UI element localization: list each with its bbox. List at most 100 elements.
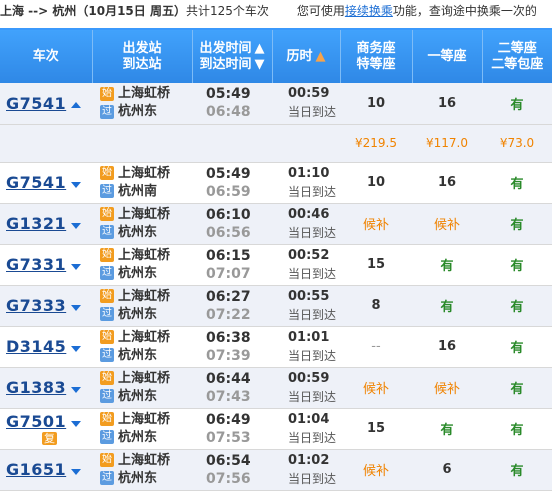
arrive-day-text: 当日到达 (288, 105, 337, 120)
to-station: 杭州东 (118, 265, 158, 281)
start-station-icon: 始 (100, 86, 114, 101)
times-cell: 06:38 07:39 (192, 326, 272, 368)
train-number-link[interactable]: G1321 (6, 214, 66, 233)
train-number-link[interactable]: G7541 (6, 173, 66, 192)
pass-station-icon: 过 (100, 471, 114, 485)
table-row: G7541 始上海虹桥过杭州南 05:49 06:59 01:10 当日到达 10 16 有 (0, 162, 552, 204)
header-times[interactable]: 出发时间 ▲ 到达时间 ▼ (192, 30, 273, 83)
table-row: G1383 始上海虹桥过杭州东 06:44 07:43 00:59 当日到达 候补 候补有 (0, 367, 552, 409)
to-station: 杭州东 (118, 306, 158, 322)
sort-up-icon[interactable]: ▲ (316, 49, 326, 65)
times-cell: 06:15 07:07 (192, 244, 272, 286)
business-seat-cell[interactable]: 候补 (340, 449, 412, 491)
train-number-link[interactable]: G7331 (6, 255, 66, 274)
first-class-seat-cell[interactable]: 候补 (412, 203, 482, 245)
second-class-seat-cell: 有 (482, 162, 552, 204)
table-row: G7331 始上海虹桥过杭州东 06:15 07:07 00:52 当日到达 15 有有 (0, 244, 552, 286)
route-text: 上海 --> 杭州 (0, 4, 77, 18)
expand-arrow-icon[interactable] (71, 222, 82, 229)
from-station: 上海虹桥 (118, 452, 171, 468)
arrive-day-text: 当日到达 (288, 266, 337, 281)
train-number-link[interactable]: G7501 (6, 412, 66, 431)
from-station: 上海虹桥 (118, 206, 171, 222)
expand-arrow-icon[interactable] (71, 263, 82, 270)
business-seat-cell: 10 (340, 162, 412, 204)
business-seat-cell[interactable]: 候补 (340, 203, 412, 245)
collapse-arrow-icon[interactable] (71, 102, 82, 109)
business-seat-cell: 8 (340, 285, 412, 327)
duration-value: 01:10 (288, 165, 330, 181)
table-row: G7501 复始上海虹桥过杭州东 06:49 07:53 01:04 当日到达 15 有有 (0, 408, 552, 450)
header-train: 车次 (0, 30, 93, 83)
expand-arrow-icon[interactable] (71, 386, 82, 393)
header-second-class: 二等座 二等包座 (482, 30, 552, 83)
from-station: 上海虹桥 (118, 247, 171, 263)
expand-arrow-icon[interactable] (71, 468, 82, 475)
arrival-time: 06:59 (206, 183, 251, 200)
sort-down-icon[interactable]: ▼ (255, 57, 265, 73)
first-class-seat-cell: 16 (412, 83, 482, 125)
train-number-link[interactable]: G1651 (6, 460, 66, 479)
to-station: 杭州东 (118, 224, 158, 240)
to-station: 杭州东 (118, 388, 158, 404)
transfer-link[interactable]: 接续换乘 (345, 4, 393, 18)
departure-time: 05:49 (206, 86, 251, 103)
arrival-time: 07:22 (206, 306, 251, 323)
second-class-seat-cell: 有 (482, 449, 552, 491)
arrive-day-text: 当日到达 (288, 471, 337, 486)
arrival-time: 07:43 (206, 388, 251, 405)
first-class-seat-cell[interactable]: 候补 (412, 367, 482, 409)
train-number-link[interactable]: G7541 (6, 94, 66, 113)
expand-arrow-icon[interactable] (71, 345, 82, 352)
business-seat-cell[interactable]: 候补 (340, 367, 412, 409)
departure-time: 05:49 (206, 165, 251, 182)
to-station: 杭州东 (118, 347, 158, 363)
pass-station-icon: 过 (100, 184, 114, 198)
train-number-link[interactable]: G7333 (6, 296, 66, 315)
start-station-icon: 始 (100, 289, 114, 303)
from-station: 上海虹桥 (118, 370, 171, 386)
reentry-badge: 复 (42, 432, 57, 445)
duration-cell: 01:02 当日到达 (272, 449, 340, 491)
duration-value: 01:01 (288, 329, 330, 345)
duration-value: 00:59 (288, 86, 330, 102)
train-number-link[interactable]: G1383 (6, 378, 66, 397)
from-station: 上海虹桥 (118, 329, 171, 345)
second-class-seat-cell: 有 (482, 408, 552, 450)
table-row: D3145 始上海虹桥过杭州东 06:38 07:39 01:01 当日到达 -- 16 有 (0, 326, 552, 368)
first-class-seat-cell: 16 (412, 162, 482, 204)
second-class-price: ¥73.0 (482, 124, 552, 163)
duration-cell: 00:59 当日到达 (272, 83, 340, 125)
expand-arrow-icon[interactable] (71, 181, 82, 188)
expand-arrow-icon[interactable] (71, 304, 82, 311)
header-duration[interactable]: 历时 ▲ (272, 30, 341, 83)
times-cell: 05:49 06:59 (192, 162, 272, 204)
train-count-text: 共计125个车次 (185, 4, 269, 18)
to-station: 杭州东 (118, 470, 158, 486)
sort-up-icon[interactable]: ▲ (255, 41, 265, 57)
start-station-icon: 始 (100, 330, 114, 344)
second-class-seat-cell: 有 (482, 367, 552, 409)
header-first-class: 一等座 (412, 30, 483, 83)
first-class-price: ¥117.0 (412, 124, 482, 163)
arrival-time: 06:56 (206, 224, 251, 241)
date-text: （10月15日 周五） (76, 4, 186, 18)
departure-time: 06:54 (206, 452, 251, 469)
times-cell: 05:49 06:48 (192, 83, 272, 125)
arrival-time: 06:48 (206, 104, 251, 121)
train-results-table: 车次 出发站 到达站 出发时间 ▲ 到达时间 ▼ 历时 ▲ 商务座 特等座 一等座 二等座二… (0, 30, 552, 491)
arrive-day-text: 当日到达 (288, 430, 337, 445)
duration-cell: 00:55 当日到达 (272, 285, 340, 327)
train-number-link[interactable]: D3145 (6, 337, 66, 356)
first-class-seat-cell: 有 (412, 244, 482, 286)
duration-value: 01:04 (288, 411, 330, 427)
second-class-seat-cell: 有 (482, 285, 552, 327)
departure-time: 06:38 (206, 329, 251, 346)
expand-arrow-icon[interactable] (71, 420, 82, 427)
pass-station-icon: 过 (100, 104, 114, 119)
to-station: 杭州南 (118, 183, 158, 199)
stations-cell: 始上海虹桥过杭州东 (92, 449, 192, 491)
duration-cell: 01:10 当日到达 (272, 162, 340, 204)
pass-station-icon: 过 (100, 430, 114, 444)
times-cell: 06:44 07:43 (192, 367, 272, 409)
